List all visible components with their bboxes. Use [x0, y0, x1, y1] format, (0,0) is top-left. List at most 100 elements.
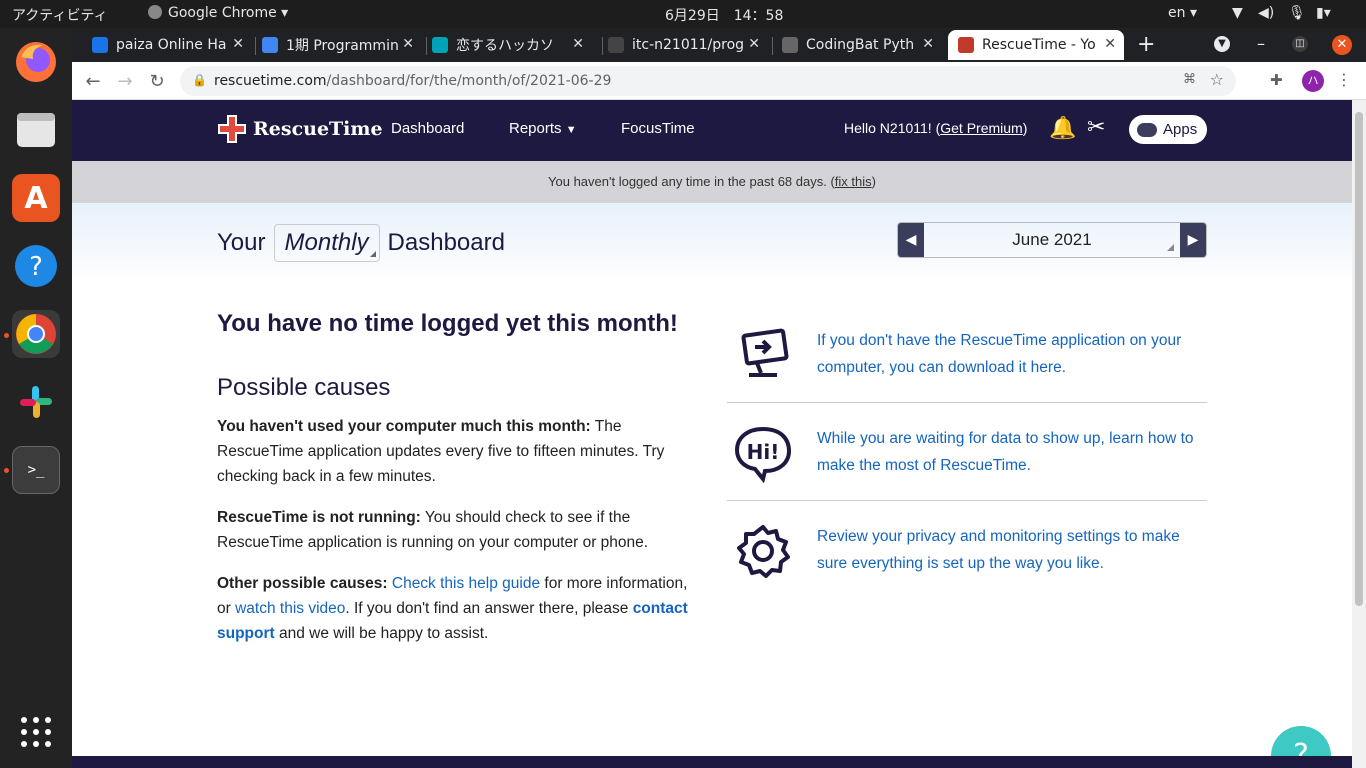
rescuetime-logo-icon — [218, 115, 246, 143]
tab-favicon-icon — [432, 37, 448, 53]
no-time-headline: You have no time logged yet this month! — [217, 310, 678, 337]
slack-icon[interactable] — [12, 378, 60, 426]
svg-text:?: ? — [29, 252, 43, 282]
get-premium-link[interactable]: Get Premium — [940, 120, 1022, 136]
nav-focustime[interactable]: FocusTime — [621, 120, 695, 137]
footer-strip — [72, 756, 1352, 768]
minimize-button[interactable]: – — [1257, 34, 1265, 53]
lock-icon[interactable]: 🔒 — [192, 73, 207, 87]
browser-window: paiza Online Ha ✕ 1期 Programmin ✕ 恋するハッカソ ✕ it… — [72, 28, 1366, 768]
tab-favicon-icon — [262, 37, 278, 53]
period-select[interactable]: Monthly — [273, 224, 380, 262]
firefox-icon[interactable] — [12, 38, 60, 86]
gear-icon — [737, 525, 790, 578]
tab-close-icon[interactable]: ✕ — [402, 36, 414, 52]
help-links: If you don't have the RescueTime applica… — [727, 305, 1207, 599]
tab-title: itc-n21011/prog — [632, 37, 745, 53]
previous-month-button[interactable]: ◀ — [898, 223, 924, 257]
back-button[interactable]: ← — [82, 71, 104, 92]
apps-button[interactable]: Apps — [1129, 115, 1207, 144]
bookmark-star-icon[interactable]: ☆ — [1210, 70, 1224, 89]
learn-rescuetime-link[interactable]: While you are waiting for data to show u… — [817, 425, 1212, 479]
tools-icon[interactable]: ✂ — [1087, 115, 1105, 140]
privacy-settings-link[interactable]: Review your privacy and monitoring setti… — [817, 523, 1212, 577]
page-scrollbar[interactable] — [1352, 100, 1366, 768]
tab-close-icon[interactable]: ✕ — [1104, 36, 1116, 52]
reload-button[interactable]: ↻ — [146, 71, 168, 92]
dock: A ? >_ — [0, 28, 72, 768]
svg-text:Hi!: Hi! — [747, 440, 780, 464]
date-picker: ◀ June 2021 ▶ — [897, 222, 1207, 258]
next-month-button[interactable]: ▶ — [1180, 223, 1206, 257]
activities-button[interactable]: アクティビティ — [12, 5, 108, 25]
software-center-icon[interactable]: A — [12, 174, 60, 222]
toolbar: ← → ↻ 🔒 rescuetime.com/dashboard/for/the… — [72, 62, 1366, 100]
tab-favicon-icon — [92, 37, 108, 53]
restore-button[interactable]: ◫ — [1292, 36, 1308, 52]
browser-tab[interactable]: paiza Online Ha ✕ — [82, 30, 252, 60]
tab-title: 恋するハッカソ — [456, 38, 554, 54]
menu-icon[interactable]: ⋮ — [1336, 70, 1352, 89]
terminal-icon[interactable]: >_ — [12, 446, 60, 494]
tab-title: RescueTime - Yo — [982, 37, 1096, 53]
show-applications-icon[interactable] — [12, 708, 60, 756]
getting-started-row: Hi! While you are waiting for data to sh… — [727, 403, 1207, 501]
close-window-button[interactable]: ✕ — [1332, 35, 1352, 55]
volume-icon[interactable]: ◀) — [1258, 5, 1274, 21]
no-time-logged-notice: You haven't logged any time in the past … — [72, 161, 1352, 203]
caret-down-icon: ▼ — [565, 124, 577, 136]
microphone-icon[interactable]: 🎙 — [1288, 5, 1306, 21]
app-menu[interactable]: Google Chrome ▾ — [148, 5, 288, 21]
no-data-explanation: You have no time logged yet this month! … — [217, 310, 702, 662]
forward-button[interactable]: → — [114, 71, 136, 92]
extensions-icon[interactable]: ✚ — [1270, 71, 1283, 89]
browser-tab[interactable]: RescueTime - Yo ✕ — [948, 30, 1124, 60]
browser-tab[interactable]: itc-n21011/prog ✕ — [598, 30, 768, 60]
tab-close-icon[interactable]: ✕ — [922, 36, 934, 52]
date-select[interactable]: June 2021 — [924, 223, 1180, 257]
privacy-settings-row: Review your privacy and monitoring setti… — [727, 501, 1207, 599]
tab-favicon-icon — [608, 37, 624, 53]
rescuetime-logo[interactable]: RescueTime — [217, 114, 383, 144]
profile-avatar[interactable]: ハ — [1302, 70, 1324, 92]
language-indicator[interactable]: en ▾ — [1168, 5, 1197, 21]
download-app-link[interactable]: If you don't have the RescueTime applica… — [817, 327, 1212, 381]
tab-title: paiza Online Ha — [116, 37, 227, 53]
chrome-icon[interactable] — [12, 310, 60, 358]
tab-favicon-icon — [958, 37, 974, 53]
download-computer-icon — [741, 328, 789, 377]
nav-reports[interactable]: Reports ▼ — [509, 120, 577, 137]
browser-tab[interactable]: CodingBat Pyth ✕ — [772, 30, 942, 60]
files-icon[interactable] — [12, 106, 60, 154]
new-tab-button[interactable]: + — [1137, 32, 1155, 57]
browser-tab[interactable]: 1期 Programmin ✕ — [252, 30, 422, 60]
wifi-icon[interactable]: ▼ — [1232, 5, 1243, 21]
browser-tab[interactable]: 恋するハッカソ ✕ — [422, 30, 592, 60]
help-icon[interactable]: ? — [12, 242, 60, 290]
tab-title: CodingBat Pyth — [806, 37, 915, 53]
tab-close-icon[interactable]: ✕ — [748, 36, 760, 52]
download-app-row: If you don't have the RescueTime applica… — [727, 305, 1207, 403]
hi-speech-bubble-icon: Hi! — [734, 426, 792, 483]
fix-this-link[interactable]: fix this — [835, 174, 872, 189]
watch-video-link[interactable]: watch this video — [235, 600, 345, 617]
clock[interactable]: 6月29日 14：58 — [665, 5, 783, 25]
help-guide-link[interactable]: Check this help guide — [392, 575, 540, 592]
address-bar[interactable]: 🔒 rescuetime.com/dashboard/for/the/month… — [180, 66, 1236, 96]
chrome-running-indicator — [4, 333, 9, 338]
page-content: RescueTime Dashboard Reports ▼ FocusTime… — [72, 100, 1352, 768]
tab-search-button[interactable]: ▼ — [1214, 36, 1230, 52]
greeting: Hello N21011! (Get Premium) — [844, 120, 1028, 136]
url-path: /dashboard/for/the/month/of/2021-06-29 — [326, 73, 612, 89]
possible-causes-heading: Possible causes — [217, 374, 391, 401]
cause-3: Other possible causes: Check this help g… — [217, 575, 688, 642]
battery-icon[interactable]: ▮▾ — [1316, 5, 1331, 21]
translate-icon[interactable]: ⌘ — [1183, 72, 1196, 87]
scrollbar-thumb[interactable] — [1355, 112, 1363, 606]
tab-close-icon[interactable]: ✕ — [572, 36, 584, 52]
tab-close-icon[interactable]: ✕ — [232, 36, 244, 52]
nav-dashboard[interactable]: Dashboard — [391, 120, 464, 137]
url-host: rescuetime.com — [214, 73, 327, 89]
notification-bell-icon[interactable]: 🔔 — [1049, 116, 1076, 141]
chrome-small-icon — [148, 5, 162, 19]
